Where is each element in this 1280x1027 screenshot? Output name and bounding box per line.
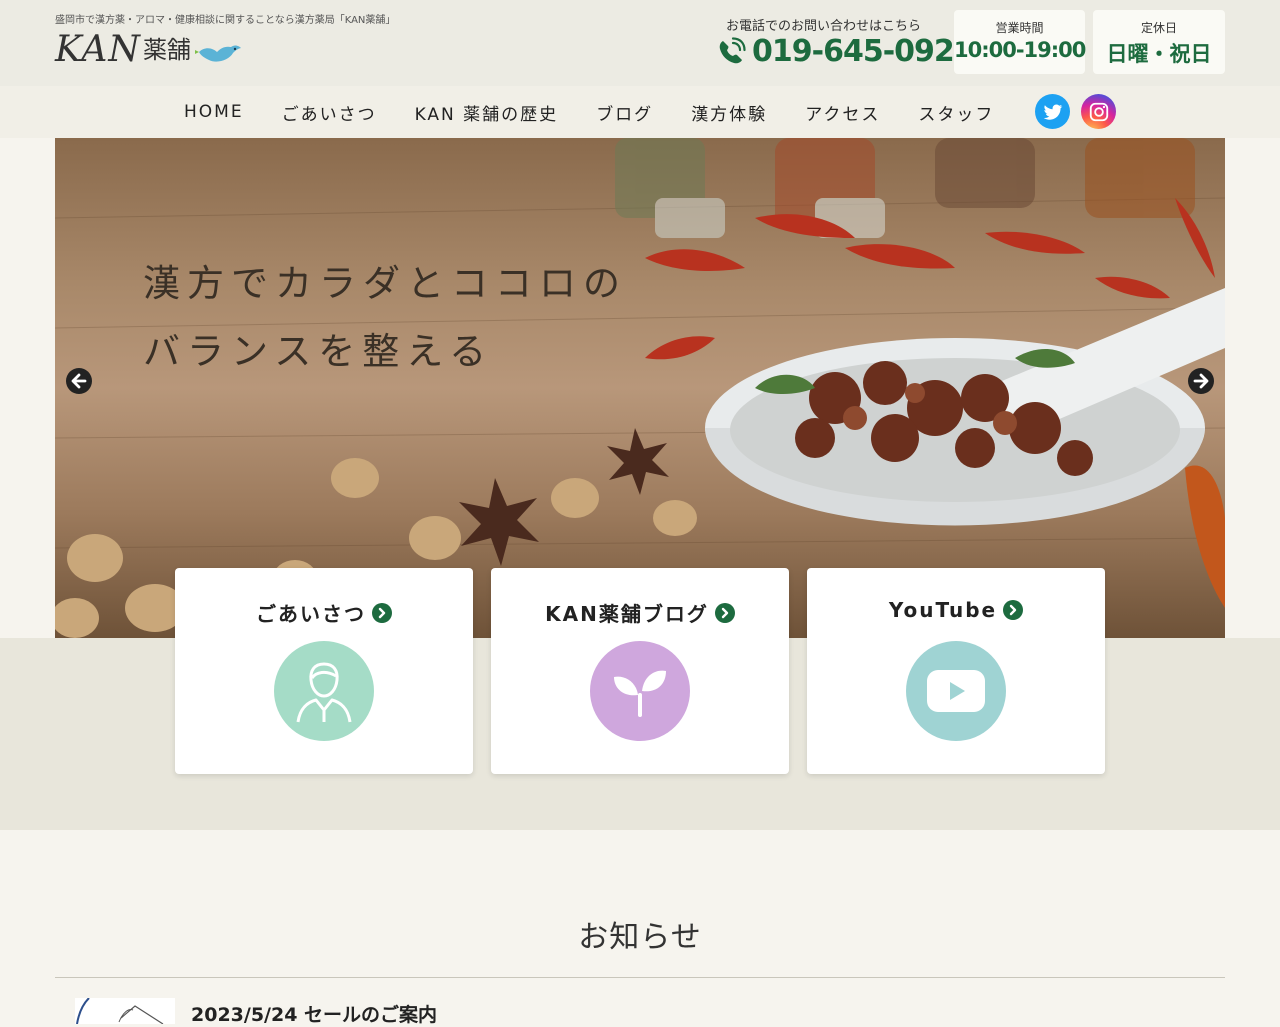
closed-days-box: 定休日 日曜・祝日	[1093, 10, 1225, 74]
hero-slider: 漢方でカラダとココロの バランスを整える	[55, 138, 1225, 638]
sprout-icon	[590, 641, 690, 741]
nav-item-home[interactable]: HOME	[165, 102, 263, 122]
hero-image	[55, 138, 1225, 638]
card-youtube-label: YouTube	[888, 598, 998, 622]
phone-icon	[719, 36, 746, 63]
nav-item-staff[interactable]: スタッフ	[899, 100, 1013, 125]
nav-item-blog[interactable]: ブログ	[577, 100, 672, 125]
instagram-icon	[1089, 102, 1108, 121]
slider-next-button[interactable]	[1188, 368, 1214, 394]
site-logo[interactable]: KAN 薬舗	[55, 30, 243, 70]
closed-days-value: 日曜・祝日	[1106, 42, 1212, 66]
instagram-link[interactable]	[1081, 94, 1116, 129]
news-divider	[55, 977, 1225, 978]
closed-days-label: 定休日	[1140, 21, 1177, 35]
card-greeting-title: ごあいさつ	[175, 598, 473, 627]
arrow-right-icon	[1193, 373, 1209, 389]
twitter-icon	[1043, 104, 1062, 120]
news-item-title[interactable]: 2023/5/24 セールのご案内	[191, 1000, 437, 1027]
business-hours-box: 営業時間 10:00-19:00	[954, 10, 1086, 74]
chevron-right-icon	[714, 602, 735, 623]
bird-icon	[194, 45, 241, 62]
hero-copy-line1: 漢方でカラダとココロの	[143, 262, 627, 305]
site-header: 盛岡市で漢方薬・アロマ・健康相談に関することなら漢方薬局「KAN薬舗」 KAN …	[0, 0, 1280, 86]
logo-text-sub: 薬舗	[142, 36, 191, 64]
hero-copy-line2: バランスを整える	[143, 330, 494, 373]
twitter-link[interactable]	[1035, 94, 1070, 129]
nav-item-access[interactable]: アクセス	[786, 100, 899, 125]
logo-text-main: KAN	[55, 29, 141, 70]
contact-lead-text: お電話でのお問い合わせはこちら	[726, 19, 922, 34]
youtube-play-icon	[906, 641, 1006, 741]
card-blog-title: KAN薬舗ブログ	[491, 598, 789, 627]
business-hours-label: 営業時間	[995, 21, 1044, 35]
social-links	[1035, 94, 1116, 129]
card-greeting[interactable]: ごあいさつ	[175, 568, 473, 774]
card-blog-label: KAN薬舗ブログ	[545, 602, 709, 626]
card-youtube[interactable]: YouTube	[807, 568, 1105, 774]
news-thumbnail[interactable]	[75, 998, 175, 1024]
business-hours-value: 10:00-19:00	[954, 38, 1086, 62]
news-heading: お知らせ	[578, 920, 702, 955]
phone-link[interactable]: 019-645-0923	[716, 34, 975, 69]
nav-item-kampo-experience[interactable]: 漢方体験	[672, 100, 786, 125]
arrow-left-icon	[71, 373, 87, 389]
nav-items: HOME ごあいさつ KAN 薬舗の歴史 ブログ 漢方体験 アクセス スタッフ	[165, 86, 1013, 138]
slider-prev-button[interactable]	[66, 368, 92, 394]
phone-number: 019-645-0923	[752, 34, 975, 69]
card-blog[interactable]: KAN薬舗ブログ	[491, 568, 789, 774]
site-tagline: 盛岡市で漢方薬・アロマ・健康相談に関することなら漢方薬局「KAN薬舗」	[55, 15, 396, 26]
person-icon	[274, 641, 374, 741]
nav-item-history[interactable]: KAN 薬舗の歴史	[396, 100, 578, 125]
hero-copy: 漢方でカラダとココロの バランスを整える	[143, 250, 627, 386]
chevron-right-icon	[372, 602, 392, 623]
card-greeting-label: ごあいさつ	[256, 602, 366, 626]
card-youtube-title: YouTube	[807, 598, 1105, 622]
chevron-right-icon	[1003, 600, 1024, 620]
nav-item-greeting[interactable]: ごあいさつ	[263, 100, 396, 125]
